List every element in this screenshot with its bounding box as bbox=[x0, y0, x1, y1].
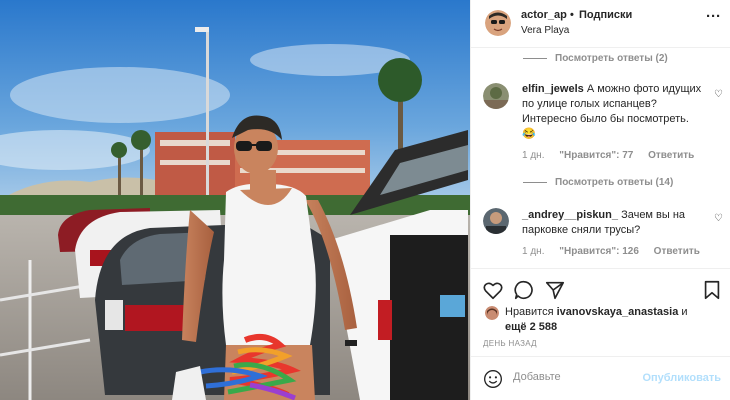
separator-dot: • bbox=[570, 9, 574, 21]
comment-meta: 1 дн. "Нравится": 126 Ответить bbox=[522, 246, 712, 257]
reply-button[interactable]: Ответить bbox=[648, 150, 694, 161]
liker-username[interactable]: ivanovskaya_anastasia bbox=[557, 306, 679, 318]
comment-likes[interactable]: "Нравится": 77 bbox=[559, 150, 633, 161]
replies-dash bbox=[523, 181, 547, 183]
commenter-avatar[interactable] bbox=[483, 208, 509, 234]
likes-prefix: Нравится bbox=[505, 306, 554, 318]
reply-button[interactable]: Ответить bbox=[654, 246, 700, 257]
view-replies-link[interactable]: Посмотреть ответы (14) bbox=[523, 177, 673, 188]
comment-icon[interactable] bbox=[513, 279, 535, 301]
comment-likes[interactable]: "Нравится": 126 bbox=[559, 246, 639, 257]
post-header: actor_ap • Подписки Vera Playa ··· bbox=[471, 0, 730, 48]
comment-time[interactable]: 1 дн. bbox=[522, 150, 544, 161]
add-comment-bar: Опубликовать bbox=[471, 356, 730, 400]
post-actions bbox=[471, 268, 730, 308]
view-replies-label: Посмотреть ответы (2) bbox=[555, 53, 668, 64]
view-replies-label: Посмотреть ответы (14) bbox=[555, 177, 674, 188]
post-side-panel: actor_ap • Подписки Vera Playa ··· Посмо… bbox=[470, 0, 730, 400]
comment-text: _andrey__piskun_ Зачем вы на парковке сн… bbox=[522, 208, 702, 238]
comment-username[interactable]: elfin_jewels bbox=[522, 83, 584, 95]
comment-username[interactable]: _andrey__piskun_ bbox=[522, 209, 618, 221]
comment-meta: 1 дн. "Нравится": 77 Ответить bbox=[522, 150, 706, 161]
commenter-avatar[interactable] bbox=[483, 83, 509, 109]
view-replies-link[interactable]: Посмотреть ответы (2) bbox=[523, 53, 668, 64]
author-username[interactable]: actor_ap bbox=[521, 9, 567, 21]
heart-icon[interactable]: ♡ bbox=[714, 213, 723, 224]
share-icon[interactable] bbox=[544, 279, 566, 301]
emoji-icon[interactable] bbox=[483, 369, 503, 389]
replies-dash bbox=[523, 57, 547, 59]
author-avatar[interactable] bbox=[485, 10, 511, 36]
post-location[interactable]: Vera Playa bbox=[521, 25, 569, 36]
photo-image bbox=[0, 0, 470, 400]
comment-input[interactable] bbox=[513, 371, 663, 383]
post-photo[interactable] bbox=[0, 0, 470, 400]
likes-and: и bbox=[681, 306, 688, 318]
heart-icon[interactable]: ♡ bbox=[714, 89, 723, 100]
follow-button[interactable]: Подписки bbox=[579, 9, 632, 21]
bookmark-icon[interactable] bbox=[701, 279, 723, 301]
post-date[interactable]: ДЕНЬ НАЗАД bbox=[483, 339, 537, 348]
heart-icon[interactable] bbox=[482, 279, 504, 301]
likes-summary: Нравится ivanovskaya_anastasia и ещё 2 5… bbox=[505, 305, 725, 335]
publish-button[interactable]: Опубликовать bbox=[642, 372, 721, 384]
liker-avatar[interactable] bbox=[485, 306, 499, 320]
comment-time[interactable]: 1 дн. bbox=[522, 246, 544, 257]
comment-text: elfin_jewels А можно фото идущих по улиц… bbox=[522, 82, 702, 142]
more-icon[interactable]: ··· bbox=[706, 9, 721, 24]
likes-count[interactable]: ещё 2 588 bbox=[505, 321, 557, 333]
